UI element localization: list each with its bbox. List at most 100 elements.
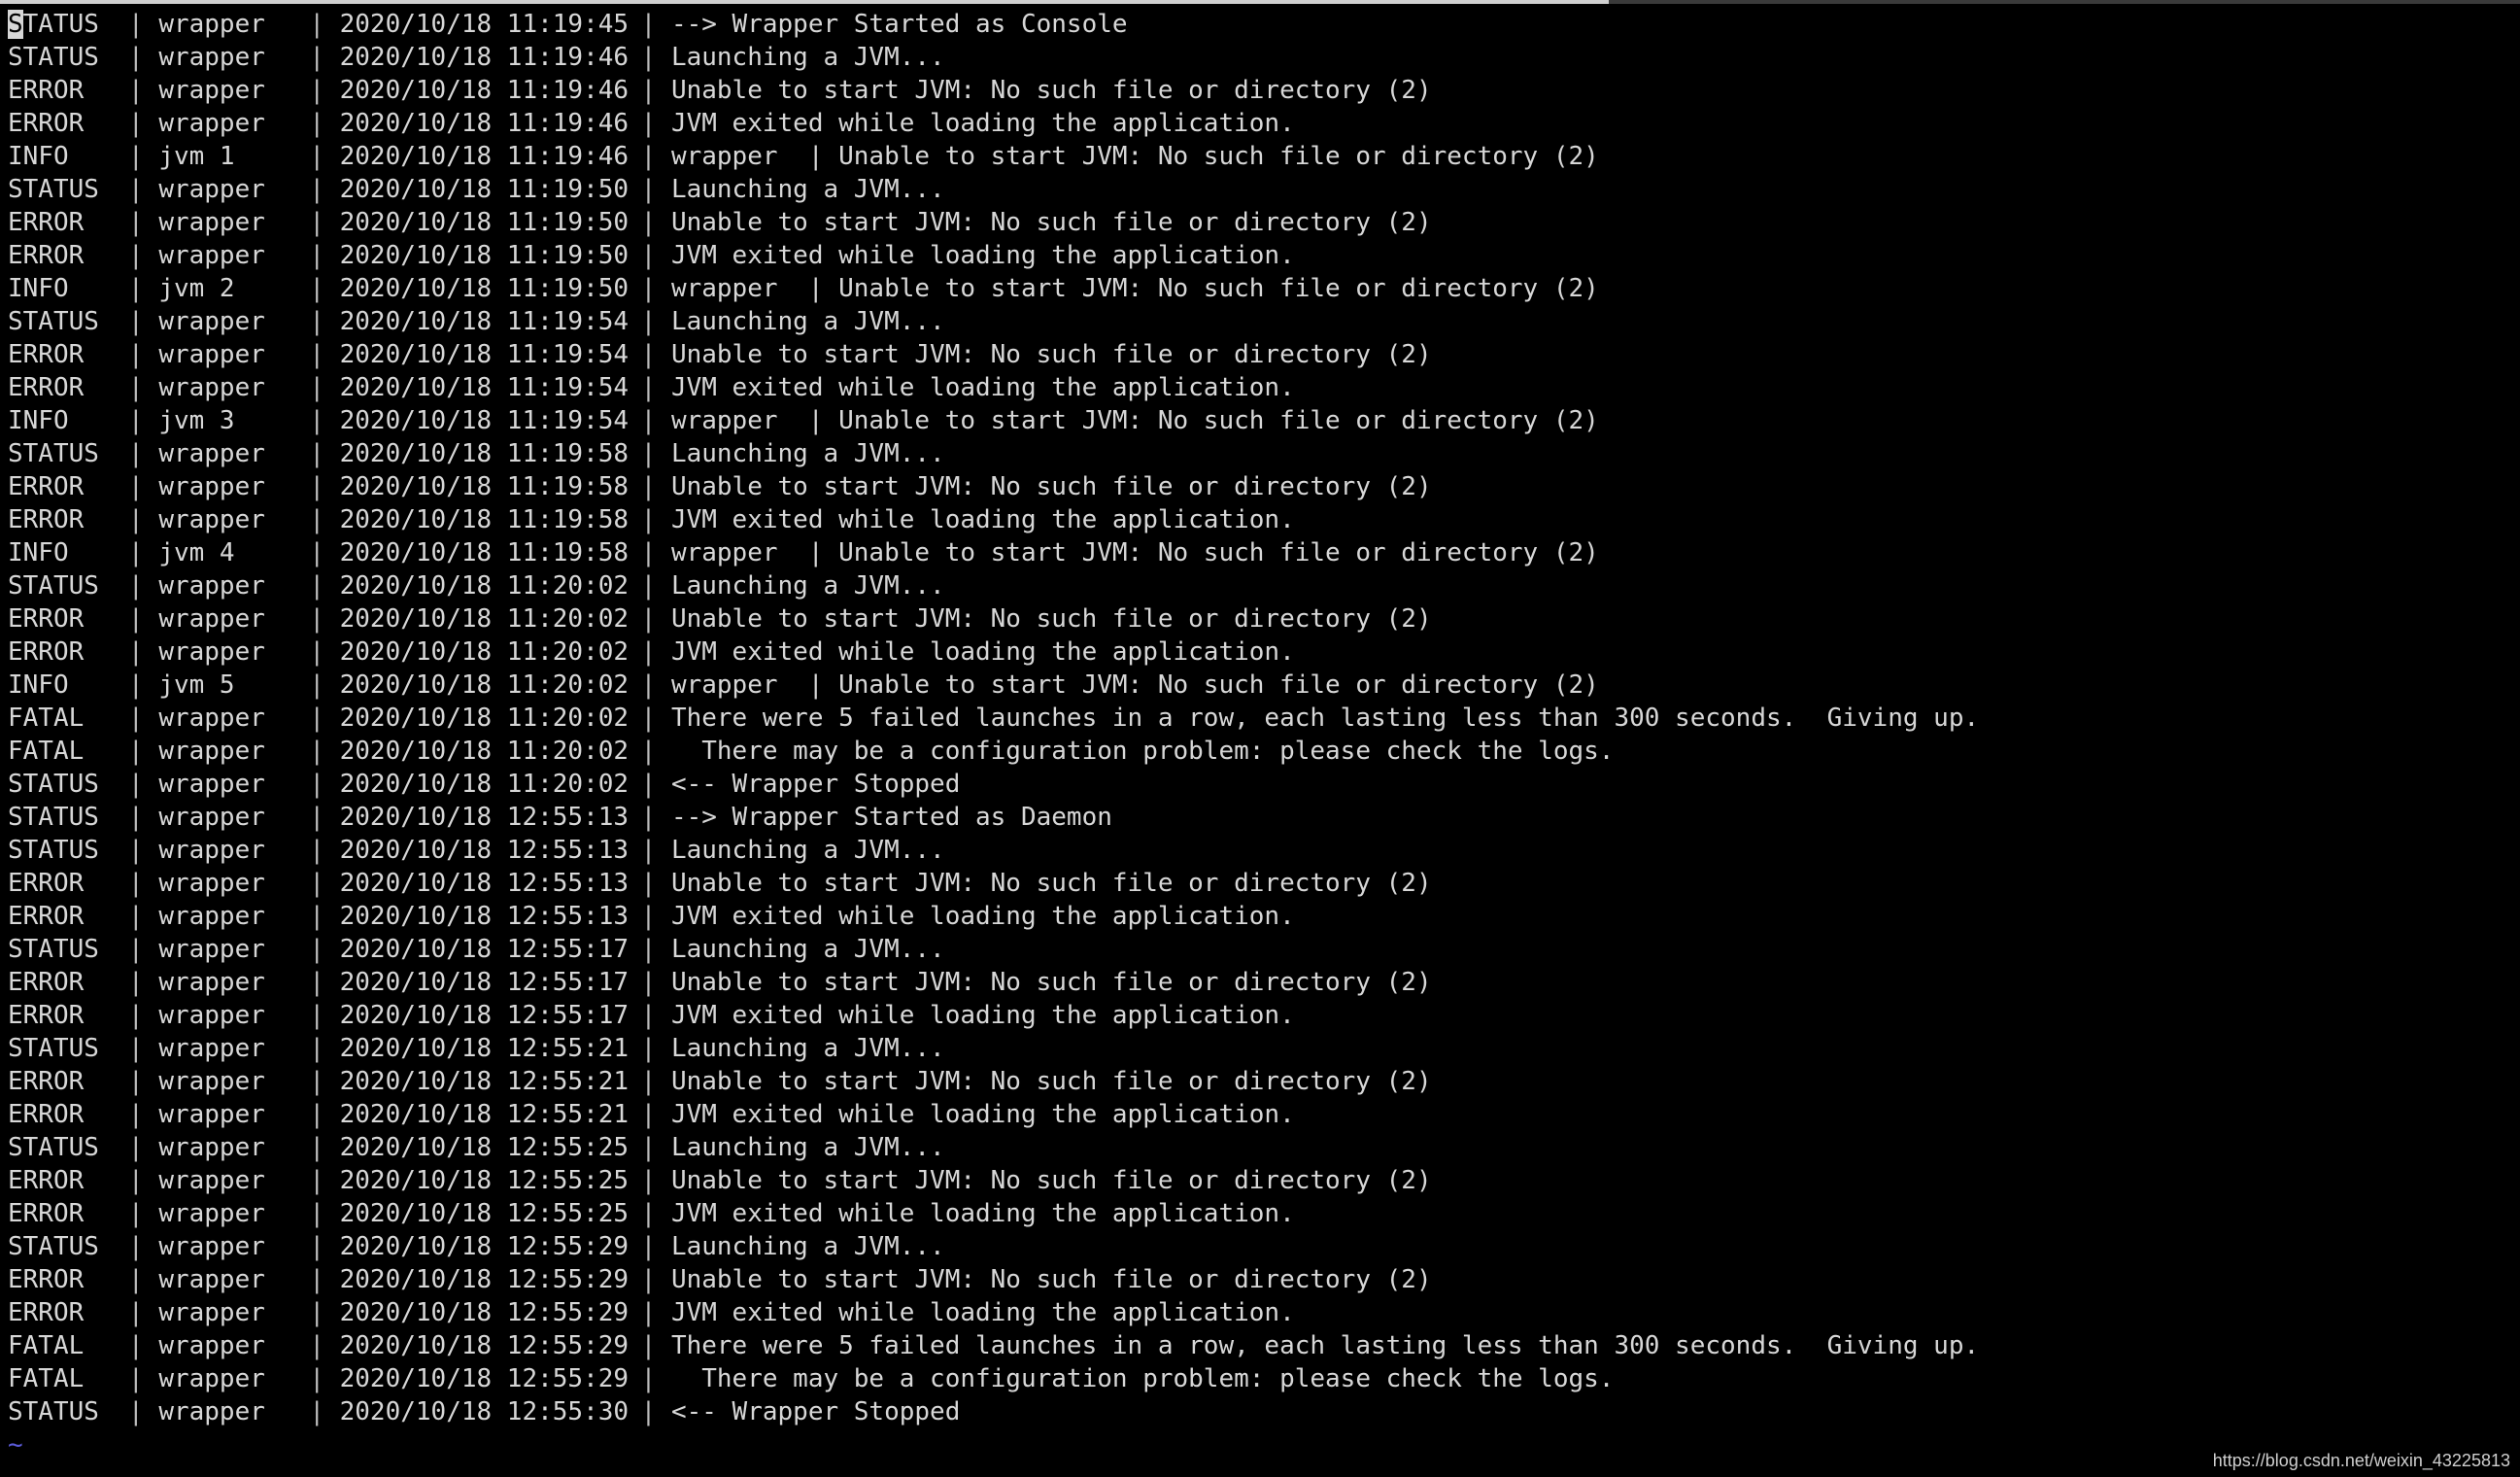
log-level: STATUS [8, 770, 99, 799]
log-timestamp: 2020/10/18 11:19:46 [339, 76, 630, 105]
column-separator: | [640, 538, 657, 567]
log-level: ERROR [8, 968, 85, 997]
column-separator: | [128, 869, 144, 898]
column-separator: | [309, 1199, 324, 1228]
log-message: <-- Wrapper Stopped [670, 1397, 961, 1426]
log-source: wrapper [158, 1034, 265, 1063]
log-level: STATUS [8, 43, 99, 72]
log-line: FATAL | wrapper | 2020/10/18 12:55:29 | The… [8, 1362, 2520, 1395]
log-line: ERROR | wrapper | 2020/10/18 11:20:02 | Una… [8, 602, 2520, 635]
column-separator: | [309, 571, 324, 601]
log-level: FATAL [8, 737, 85, 766]
log-level: ERROR [8, 1265, 85, 1294]
log-message: wrapper | Unable to start JVM: No such f… [670, 670, 1599, 700]
terminal-log-view[interactable]: STATUS | wrapper | 2020/10/18 11:19:45 | --… [8, 8, 2520, 1428]
column-separator: | [640, 439, 657, 468]
column-separator: | [309, 1100, 324, 1129]
column-separator: | [309, 1298, 324, 1327]
text-cursor: S [8, 10, 23, 39]
log-message: Launching a JVM... [670, 571, 945, 601]
log-level: FATAL [8, 704, 85, 733]
column-separator: | [309, 1133, 324, 1162]
log-timestamp: 2020/10/18 11:20:02 [339, 637, 630, 667]
log-source: wrapper [158, 737, 265, 766]
log-level: STATUS [8, 1133, 99, 1162]
log-line: ERROR | wrapper | 2020/10/18 12:55:29 | Una… [8, 1263, 2520, 1296]
column-separator: | [640, 637, 657, 667]
log-message: Launching a JVM... [670, 175, 945, 204]
log-level: STATUS [8, 836, 99, 865]
log-source: wrapper [158, 637, 265, 667]
log-timestamp: 2020/10/18 11:19:54 [339, 406, 630, 435]
column-separator: | [640, 76, 657, 105]
log-message: Launching a JVM... [670, 43, 945, 72]
column-separator: | [309, 704, 324, 733]
log-source: wrapper [158, 208, 265, 237]
log-timestamp: 2020/10/18 12:55:21 [339, 1100, 630, 1129]
column-separator: | [640, 1298, 657, 1327]
column-separator: | [128, 472, 144, 501]
log-level: ERROR [8, 208, 85, 237]
log-source: wrapper [158, 836, 265, 865]
column-separator: | [128, 373, 144, 402]
log-level: INFO [8, 274, 69, 303]
column-separator: | [640, 1100, 657, 1129]
log-message: JVM exited while loading the application… [670, 902, 1295, 931]
log-source: wrapper [158, 241, 265, 270]
column-separator: | [309, 737, 324, 766]
scroll-position-bar[interactable] [0, 0, 1609, 4]
column-separator: | [128, 571, 144, 601]
log-message: There may be a configuration problem: pl… [670, 737, 1615, 766]
column-separator: | [640, 770, 657, 799]
column-separator: | [309, 208, 324, 237]
log-message: There were 5 failed launches in a row, e… [670, 1331, 1980, 1360]
log-message: JVM exited while loading the application… [670, 373, 1295, 402]
log-source: wrapper [158, 1199, 265, 1228]
column-separator: | [128, 10, 144, 39]
log-message: Unable to start JVM: No such file or dir… [670, 208, 1432, 237]
log-timestamp: 2020/10/18 11:19:46 [339, 142, 630, 171]
log-line: ERROR | wrapper | 2020/10/18 12:55:25 | Una… [8, 1164, 2520, 1197]
column-separator: | [309, 175, 324, 204]
log-source: wrapper [158, 10, 265, 39]
column-separator: | [309, 770, 324, 799]
log-level: INFO [8, 406, 69, 435]
column-separator: | [640, 307, 657, 336]
column-separator: | [128, 76, 144, 105]
log-timestamp: 2020/10/18 11:19:50 [339, 241, 630, 270]
log-message: <-- Wrapper Stopped [670, 770, 961, 799]
log-message: There may be a configuration problem: pl… [670, 1364, 1615, 1393]
log-source: wrapper [158, 803, 265, 832]
column-separator: | [640, 1232, 657, 1261]
log-source: jvm 5 [158, 670, 235, 700]
scroll-track[interactable] [1609, 0, 2520, 4]
log-message: --> Wrapper Started as Daemon [670, 803, 1112, 832]
column-separator: | [640, 109, 657, 138]
